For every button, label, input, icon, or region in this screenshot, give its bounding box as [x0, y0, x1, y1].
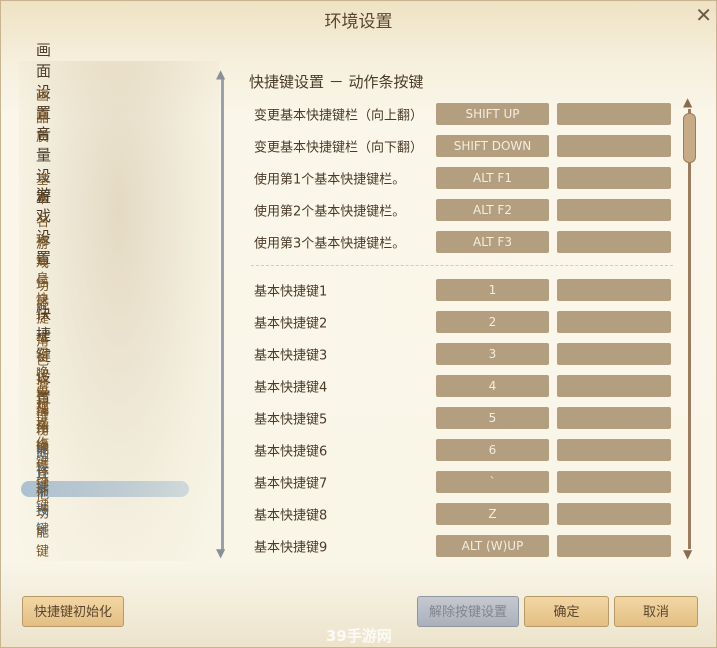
- list-scroll-thumb[interactable]: [683, 113, 696, 163]
- primary-key-slot[interactable]: ALT F3: [436, 231, 549, 253]
- secondary-key-slot[interactable]: [557, 439, 671, 461]
- primary-key-slot[interactable]: 3: [436, 343, 549, 365]
- primary-key-slot[interactable]: ALT (W)UP: [436, 535, 549, 557]
- secondary-key-slot[interactable]: [557, 375, 671, 397]
- secondary-key-slot[interactable]: [557, 279, 671, 301]
- primary-key-slot[interactable]: SHIFT DOWN: [436, 135, 549, 157]
- nav-scroll-up-icon[interactable]: ▲: [216, 67, 225, 81]
- primary-key-slot[interactable]: 6: [436, 439, 549, 461]
- keybinding-label: 使用第3个基本快捷键栏。: [254, 236, 406, 252]
- unbind-key-button[interactable]: 解除按键设置: [417, 596, 519, 627]
- secondary-key-slot[interactable]: [557, 167, 671, 189]
- keybinding-label: 基本快捷键3: [254, 348, 328, 364]
- window-title: 环境设置: [324, 12, 393, 32]
- divider: [251, 265, 673, 266]
- nav-scroll-down-icon[interactable]: ▼: [216, 546, 225, 560]
- secondary-key-slot[interactable]: [557, 535, 671, 557]
- list-scroll-up-icon[interactable]: ▲: [683, 95, 692, 109]
- list-scrollbar[interactable]: [688, 109, 691, 549]
- keybinding-label: 基本快捷键2: [254, 316, 328, 332]
- primary-key-slot[interactable]: 5: [436, 407, 549, 429]
- keybinding-label: 使用第2个基本快捷键栏。: [254, 204, 406, 220]
- primary-key-slot[interactable]: ALT F2: [436, 199, 549, 221]
- settings-window: 环境设置 ✕ 画面设置 画面 品质 音量设置 基本 游戏设置 名称信息 游戏信息 功能 快捷栏 快捷…: [0, 0, 717, 648]
- keybinding-label: 使用第1个基本快捷键栏。: [254, 172, 406, 188]
- keybinding-label: 变更基本快捷键栏（向上翻）: [254, 108, 424, 124]
- secondary-key-slot[interactable]: [557, 471, 671, 493]
- ok-button[interactable]: 确定: [524, 596, 609, 627]
- cancel-button[interactable]: 取消: [614, 596, 698, 627]
- nav-scrollbar[interactable]: [221, 79, 224, 551]
- section-title: 快捷键设置 － 动作条按键: [249, 73, 424, 91]
- list-scroll-down-icon[interactable]: ▼: [683, 547, 692, 561]
- keybinding-label: 基本快捷键8: [254, 508, 328, 524]
- primary-key-slot[interactable]: `: [436, 471, 549, 493]
- keybinding-label: 基本快捷键1: [254, 284, 328, 300]
- primary-key-slot[interactable]: 2: [436, 311, 549, 333]
- watermark: 39手游网: [326, 627, 392, 645]
- secondary-key-slot[interactable]: [557, 103, 671, 125]
- primary-key-slot[interactable]: Z: [436, 503, 549, 525]
- keybinding-label: 基本快捷键5: [254, 412, 328, 428]
- secondary-key-slot[interactable]: [557, 407, 671, 429]
- reset-shortcuts-button[interactable]: 快捷键初始化: [22, 596, 124, 627]
- secondary-key-slot[interactable]: [557, 343, 671, 365]
- primary-key-slot[interactable]: 1: [436, 279, 549, 301]
- secondary-key-slot[interactable]: [557, 231, 671, 253]
- keybinding-label: 基本快捷键9: [254, 540, 328, 556]
- keybinding-label: 变更基本快捷键栏（向下翻）: [254, 140, 424, 156]
- nav-item[interactable]: 其他功能键: [36, 465, 49, 560]
- primary-key-slot[interactable]: ALT F1: [436, 167, 549, 189]
- close-icon[interactable]: ✕: [695, 3, 712, 27]
- keybinding-label: 基本快捷键7: [254, 476, 328, 492]
- keybinding-label: 基本快捷键4: [254, 380, 328, 396]
- primary-key-slot[interactable]: 4: [436, 375, 549, 397]
- secondary-key-slot[interactable]: [557, 503, 671, 525]
- secondary-key-slot[interactable]: [557, 311, 671, 333]
- keybinding-label: 基本快捷键6: [254, 444, 328, 460]
- secondary-key-slot[interactable]: [557, 135, 671, 157]
- secondary-key-slot[interactable]: [557, 199, 671, 221]
- primary-key-slot[interactable]: SHIFT UP: [436, 103, 549, 125]
